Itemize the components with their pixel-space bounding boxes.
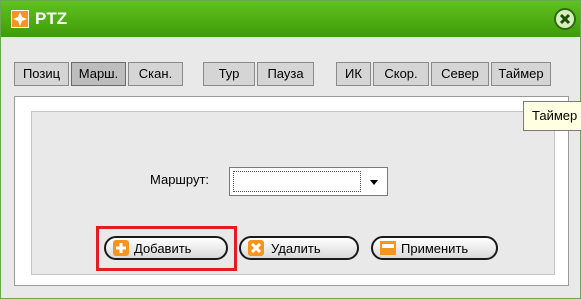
- apply-button[interactable]: Применить: [371, 236, 498, 260]
- delete-button-label: Удалить: [271, 241, 321, 256]
- route-select-value: [233, 171, 361, 192]
- ptz-window: PTZ Позиц Марш. Скан. Тур Пауза ИК Скор.…: [0, 0, 581, 299]
- tab-scan[interactable]: Скан.: [128, 62, 183, 86]
- delete-icon: [247, 239, 265, 257]
- tab-tour[interactable]: Тур: [203, 62, 255, 86]
- chevron-down-icon[interactable]: [364, 171, 384, 192]
- window-title: PTZ: [35, 9, 68, 28]
- close-button[interactable]: [554, 8, 576, 30]
- delete-button[interactable]: Удалить: [239, 236, 359, 260]
- title-bar: PTZ: [1, 1, 580, 37]
- highlight-box: [96, 226, 237, 271]
- route-label: Маршрут:: [150, 172, 210, 187]
- tab-timer[interactable]: Таймер: [491, 62, 551, 86]
- tab-speed[interactable]: Скор.: [373, 62, 429, 86]
- tab-position[interactable]: Позиц: [14, 62, 69, 86]
- close-icon: [559, 13, 571, 25]
- apply-icon: [379, 239, 397, 257]
- route-select[interactable]: [229, 167, 388, 196]
- tab-pause[interactable]: Пауза: [257, 62, 314, 86]
- tab-bar: Позиц Марш. Скан. Тур Пауза ИК Скор. Сев…: [14, 62, 572, 86]
- ptz-icon: [11, 10, 29, 28]
- tooltip-timer: Таймер: [523, 101, 581, 131]
- apply-button-label: Применить: [401, 241, 469, 256]
- tab-ir[interactable]: ИК: [336, 62, 371, 86]
- tab-north[interactable]: Север: [431, 62, 489, 86]
- tab-route[interactable]: Марш.: [71, 62, 126, 86]
